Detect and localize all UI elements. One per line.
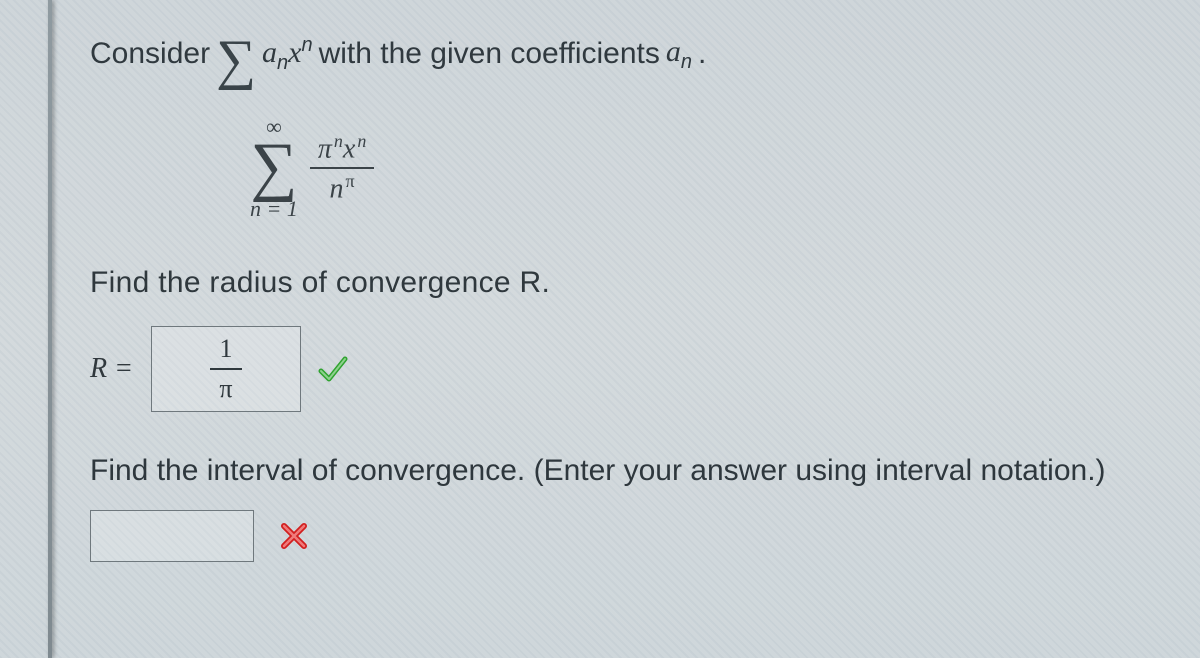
sum-lower: n = 1 bbox=[250, 198, 298, 220]
series-display: ∞ ∑ n = 1 πnxn nπ bbox=[250, 116, 1110, 220]
series-numerator: πnxn bbox=[310, 131, 374, 165]
intro-period: . bbox=[698, 37, 706, 71]
check-icon bbox=[315, 351, 351, 387]
x-icon bbox=[276, 518, 312, 554]
intro-coeff: an bbox=[666, 35, 692, 74]
series-denominator: nπ bbox=[322, 171, 363, 205]
intro-series: anxn bbox=[262, 34, 313, 75]
q1-answer-input[interactable]: 1 π bbox=[151, 326, 301, 412]
q1-prompt: Find the radius of convergence R. bbox=[90, 266, 1110, 300]
q1-label: R = bbox=[90, 353, 133, 385]
intro-suffix: with the given coefficients bbox=[319, 37, 660, 71]
series-fraction: πnxn nπ bbox=[310, 131, 374, 206]
q1-answer-denom: π bbox=[219, 374, 232, 404]
q2-prompt: Find the interval of convergence. (Enter… bbox=[90, 454, 1110, 488]
sigma-inline-icon: ∑ bbox=[216, 34, 256, 86]
q2-answer-input[interactable] bbox=[90, 510, 254, 562]
q2-answer-row bbox=[90, 510, 1110, 562]
sigma-icon: ∑ bbox=[250, 134, 297, 200]
intro-line: Consider ∑ anxn with the given coefficie… bbox=[90, 28, 1110, 80]
left-frame-edge bbox=[48, 0, 52, 658]
q1-answer-fraction: 1 π bbox=[210, 334, 242, 404]
q1-answer-row: R = 1 π bbox=[90, 326, 1110, 412]
summation-operator: ∞ ∑ n = 1 bbox=[250, 116, 298, 220]
intro-prefix: Consider bbox=[90, 37, 210, 71]
q1-answer-numer: 1 bbox=[220, 334, 233, 364]
